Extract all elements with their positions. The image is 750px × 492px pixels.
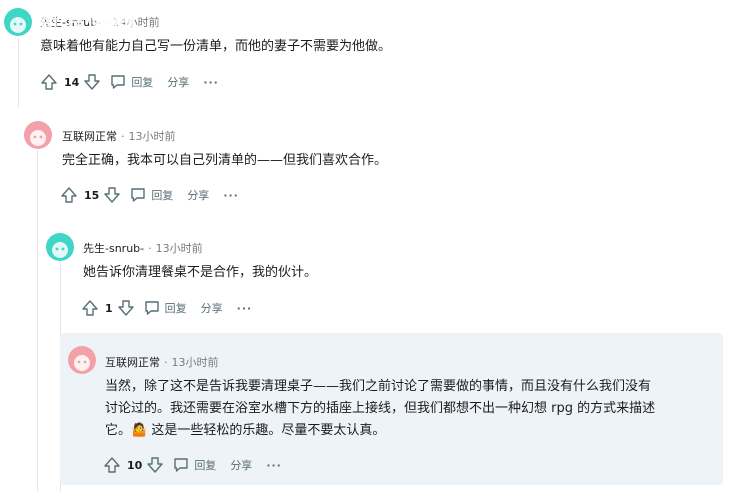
downvote-button[interactable] bbox=[83, 73, 101, 91]
comment-body: 她告诉你清理餐桌不是合作，我的伙计。 bbox=[83, 265, 318, 280]
reply-label: 回复 bbox=[131, 76, 154, 89]
share-button[interactable]: 分享 bbox=[167, 74, 189, 90]
downvote-arrow-icon bbox=[117, 300, 134, 316]
comment-meta: 互联网正常 · 13小时前 bbox=[105, 356, 219, 369]
upvote-arrow-icon bbox=[41, 74, 57, 90]
more-options-button[interactable]: ··· bbox=[266, 459, 282, 472]
thread-line-level0 bbox=[18, 38, 19, 108]
share-button[interactable]: 分享 bbox=[187, 187, 209, 203]
reply-button[interactable]: 回复 bbox=[172, 456, 216, 474]
reply-button[interactable]: 回复 bbox=[129, 186, 173, 204]
snoo-avatar-icon bbox=[52, 242, 68, 258]
comment-body-line-1: 当然，除了这不是告诉我要清理桌子——我们之前讨论了需要做的事情，而且没有什么我们… bbox=[105, 379, 652, 394]
vote-score: 10 bbox=[127, 458, 143, 472]
comment-actions: 14 回复 分享 ··· bbox=[40, 73, 219, 91]
vote-score: 14 bbox=[64, 75, 80, 89]
user-avatar[interactable] bbox=[46, 233, 74, 261]
snoo-avatar-icon bbox=[10, 17, 26, 33]
user-avatar[interactable] bbox=[4, 8, 32, 36]
more-options-button[interactable]: ··· bbox=[223, 189, 239, 202]
timestamp[interactable]: 13小时前 bbox=[129, 130, 176, 143]
author-name[interactable]: 先生-snrub- bbox=[83, 242, 144, 255]
comment-body-line-3: 它。🤷 这是一些轻松的乐趣。尽量不要太认真。 bbox=[105, 423, 386, 438]
upvote-arrow-icon bbox=[82, 300, 98, 316]
downvote-arrow-icon bbox=[104, 187, 121, 203]
user-avatar[interactable] bbox=[68, 346, 96, 374]
downvote-button[interactable] bbox=[103, 186, 121, 204]
timestamp[interactable]: 13小时前 bbox=[156, 242, 203, 255]
downvote-button[interactable] bbox=[146, 456, 164, 474]
downvote-arrow-icon bbox=[147, 457, 164, 473]
comment-actions: 1 回复 分享 ··· bbox=[81, 299, 252, 317]
comment-meta: 先生-snrub- · 13小时前 bbox=[83, 242, 203, 255]
comment-bubble-icon bbox=[131, 188, 146, 202]
reply-label: 回复 bbox=[194, 459, 217, 472]
comment-bubble-icon bbox=[111, 75, 126, 89]
downvote-button[interactable] bbox=[117, 299, 135, 317]
author-name[interactable]: 互联网正常 bbox=[62, 130, 117, 143]
share-button[interactable]: 分享 bbox=[201, 300, 223, 316]
vote-score: 1 bbox=[105, 301, 113, 315]
comment-body: 意味着他有能力自己写一份清单，而他的妻子不需要为他做。 bbox=[40, 39, 392, 54]
upvote-arrow-icon bbox=[61, 187, 77, 203]
reply-button[interactable]: 回复 bbox=[143, 299, 187, 317]
vote-score: 15 bbox=[84, 188, 100, 202]
timestamp[interactable]: 13小时前 bbox=[172, 356, 219, 369]
comment-body-line-2: 讨论过的。我还需要在浴室水槽下方的插座上接线，但我们都想不出一种幻想 rpg 的… bbox=[105, 401, 656, 416]
upvote-button[interactable] bbox=[81, 299, 99, 317]
share-button[interactable]: 分享 bbox=[230, 457, 252, 473]
more-options-button[interactable]: ··· bbox=[237, 302, 253, 315]
downvote-arrow-icon bbox=[84, 74, 101, 90]
upvote-arrow-icon bbox=[104, 457, 120, 473]
comment-bubble-icon bbox=[144, 301, 159, 315]
reply-button[interactable]: 回复 bbox=[109, 73, 153, 91]
reply-label: 回复 bbox=[164, 302, 187, 315]
upvote-button[interactable] bbox=[103, 456, 121, 474]
snoo-avatar-icon bbox=[30, 130, 46, 146]
more-options-button[interactable]: ··· bbox=[203, 76, 219, 89]
thread-line-level1 bbox=[37, 150, 38, 492]
comment-actions: 10 回复 分享 ··· bbox=[103, 456, 282, 474]
reply-label: 回复 bbox=[151, 189, 174, 202]
comment-body: 完全正确，我本可以自己列清单的——但我们喜欢合作。 bbox=[62, 153, 388, 168]
snoo-avatar-icon bbox=[74, 355, 90, 371]
upvote-button[interactable] bbox=[60, 186, 78, 204]
author-name[interactable]: 互联网正常 bbox=[105, 356, 160, 369]
watermark: 新浪微博 bbox=[36, 8, 136, 36]
user-avatar[interactable] bbox=[24, 121, 52, 149]
comment-bubble-icon bbox=[174, 458, 189, 472]
comment-actions: 15 回复 分享 ··· bbox=[60, 186, 239, 204]
comment-meta: 互联网正常 · 13小时前 bbox=[62, 130, 176, 143]
upvote-button[interactable] bbox=[40, 73, 58, 91]
